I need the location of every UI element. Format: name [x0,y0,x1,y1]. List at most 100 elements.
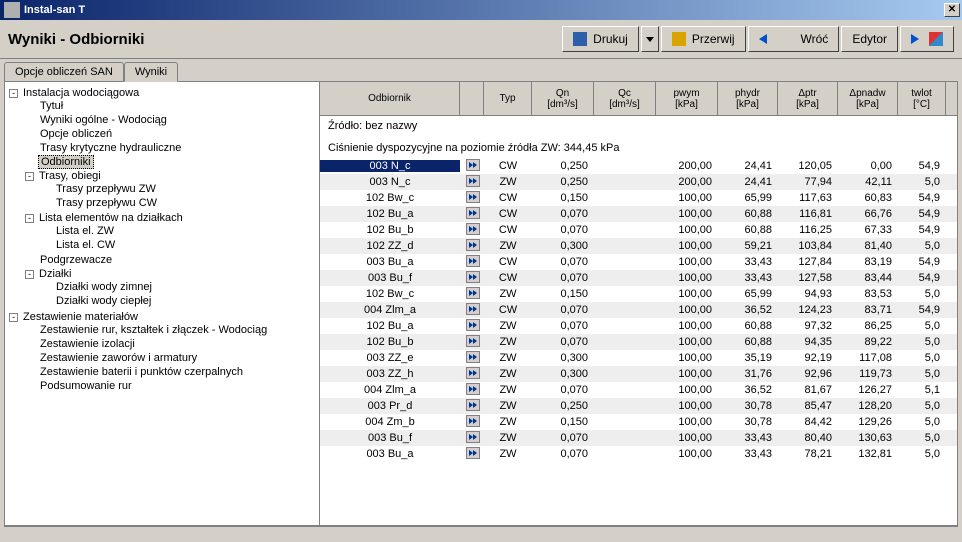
row-expand-button[interactable] [460,271,484,286]
row-expand-button[interactable] [460,159,484,174]
table-row[interactable]: 004 Zlm_aZW0,070100,0036,5281,67126,275,… [320,382,957,398]
table-row[interactable]: 102 ZZ_dZW0,300100,0059,21103,8481,405,0 [320,238,957,254]
tree-item[interactable]: Zestawienie zaworów i armatury [38,352,199,364]
tree-item[interactable]: Lista elementów na działkach [37,212,185,224]
col-typ[interactable]: Typ [484,82,532,115]
row-expand-button[interactable] [460,175,484,190]
tree-item[interactable]: Lista el. CW [54,239,117,251]
table-row[interactable]: 003 Bu_fCW0,070100,0033,43127,5883,4454,… [320,270,957,286]
tree-item[interactable]: Zestawienie izolacji [38,338,137,350]
table-row[interactable]: 003 Pr_dZW0,250100,0030,7885,47128,205,0 [320,398,957,414]
back-button[interactable]: Wróć [748,26,840,52]
table-row[interactable]: 003 N_cCW0,250200,0024,41120,050,0054,9 [320,158,957,174]
row-expand-button[interactable] [460,207,484,222]
row-expand-button[interactable] [460,415,484,430]
row-expand-button[interactable] [460,351,484,366]
close-button[interactable]: ✕ [944,3,960,17]
table-row[interactable]: 003 Bu_fZW0,070100,0033,4380,40130,635,0 [320,430,957,446]
app-icon [4,2,20,18]
tab-results[interactable]: Wyniki [124,62,178,82]
cell-dpnadw: 83,44 [838,272,898,284]
stop-button[interactable]: Przerwij [661,26,746,52]
row-expand-button[interactable] [460,223,484,238]
tree-item[interactable]: Trasy przepływu ZW [54,183,158,195]
row-expand-button[interactable] [460,383,484,398]
row-expand-button[interactable] [460,303,484,318]
table-row[interactable]: 004 Zlm_aCW0,070100,0036,52124,2383,7154… [320,302,957,318]
table-row[interactable]: 003 ZZ_hZW0,300100,0031,7692,96119,735,0 [320,366,957,382]
forward-button[interactable] [900,26,954,52]
table-row[interactable]: 003 Bu_aCW0,070100,0033,43127,8483,1954,… [320,254,957,270]
table-row[interactable]: 102 Bu_aZW0,070100,0060,8897,3286,255,0 [320,318,957,334]
table-row[interactable]: 102 Bw_cCW0,150100,0065,99117,6360,8354,… [320,190,957,206]
row-expand-button[interactable] [460,239,484,254]
row-expand-button[interactable] [460,191,484,206]
tree-item[interactable]: Trasy, obiegi [37,170,103,182]
cell-qn: 0,300 [532,240,594,252]
cell-phydr: 60,88 [718,208,778,220]
table-row[interactable]: 102 Bw_cZW0,150100,0065,9994,9383,535,0 [320,286,957,302]
tree-root[interactable]: Instalacja wodociągowa [21,87,141,99]
col-qn[interactable]: Qn[dm³/s] [532,82,594,115]
horizontal-scrollbar[interactable] [4,526,958,542]
table-row[interactable]: 102 Bu_bCW0,070100,0060,88116,2567,3354,… [320,222,957,238]
table-row[interactable]: 102 Bu_aCW0,070100,0060,88116,8166,7654,… [320,206,957,222]
tree-item[interactable]: Tytuł [38,100,65,112]
col-odbiornik[interactable]: Odbiornik [320,82,460,115]
tree-item[interactable]: Zestawienie materiałów [21,311,140,323]
tree-toggler[interactable]: - [9,89,18,98]
table-row[interactable]: 003 N_cZW0,250200,0024,4177,9442,115,0 [320,174,957,190]
tree-item[interactable]: Opcje obliczeń [38,128,114,140]
cell-qn: 0,300 [532,352,594,364]
table-row[interactable]: 003 Bu_aZW0,070100,0033,4378,21132,815,0 [320,446,957,462]
cell-typ: CW [484,160,532,172]
row-expand-button[interactable] [460,319,484,334]
table-row[interactable]: 003 ZZ_eZW0,300100,0035,1992,19117,085,0 [320,350,957,366]
tree-item[interactable]: Wyniki ogólne - Wodociąg [38,114,169,126]
tree-item[interactable]: Zestawienie baterii i punktów czerpalnyc… [38,366,245,378]
row-expand-button[interactable] [460,447,484,462]
tree-item-selected[interactable]: Odbiorniki [38,155,94,169]
col-dpnadw[interactable]: Δpnadw[kPa] [838,82,898,115]
tree-toggler[interactable]: - [9,313,18,322]
tree-item[interactable]: Działki wody ciepłej [54,295,153,307]
tree-item[interactable]: Lista el. ZW [54,225,116,237]
tree-item[interactable]: Trasy krytyczne hydrauliczne [38,142,183,154]
row-expand-button[interactable] [460,255,484,270]
col-dptr[interactable]: Δptr[kPa] [778,82,838,115]
tree-item[interactable]: Podsumowanie rur [38,380,134,392]
col-qc[interactable]: Qc[dm³/s] [594,82,656,115]
editor-button[interactable]: Edytor [841,26,898,52]
row-expand-button[interactable] [460,431,484,446]
row-expand-button[interactable] [460,399,484,414]
row-expand-button[interactable] [460,367,484,382]
col-phydr[interactable]: phydr[kPa] [718,82,778,115]
double-arrow-icon [466,207,480,219]
tree-view[interactable]: -Instalacja wodociągowa Tytuł Wyniki ogó… [5,82,320,525]
col-twlot[interactable]: twlot[°C] [898,82,946,115]
tree-item[interactable]: Trasy przepływu CW [54,197,159,209]
table-row[interactable]: 102 Bu_bZW0,070100,0060,8894,3589,225,0 [320,334,957,350]
tree-item[interactable]: Podgrzewacze [38,254,114,266]
tree-item[interactable]: Działki [37,268,73,280]
grid-info-source: Źródło: bez nazwy [328,120,949,132]
tree-toggler[interactable]: - [25,214,34,223]
row-expand-button[interactable] [460,287,484,302]
cell-twlot: 5,0 [898,176,946,188]
tree-toggler[interactable]: - [25,270,34,279]
print-dropdown[interactable] [641,26,659,52]
cell-phydr: 24,41 [718,176,778,188]
row-expand-button[interactable] [460,335,484,350]
col-pwym[interactable]: pwym[kPa] [656,82,718,115]
table-row[interactable]: 004 Zm_bZW0,150100,0030,7884,42129,265,0 [320,414,957,430]
cell-typ: ZW [484,432,532,444]
tab-options[interactable]: Opcje obliczeń SAN [4,62,124,81]
tree-item[interactable]: Działki wody zimnej [54,281,154,293]
cell-qn: 0,300 [532,368,594,380]
print-button[interactable]: Drukuj [562,26,639,52]
cell-phydr: 31,76 [718,368,778,380]
titlebar: Instal-san T ✕ [0,0,962,20]
cell-phydr: 33,43 [718,256,778,268]
tree-toggler[interactable]: - [25,172,34,181]
tree-item[interactable]: Zestawienie rur, kształtek i złączek - W… [38,324,269,336]
